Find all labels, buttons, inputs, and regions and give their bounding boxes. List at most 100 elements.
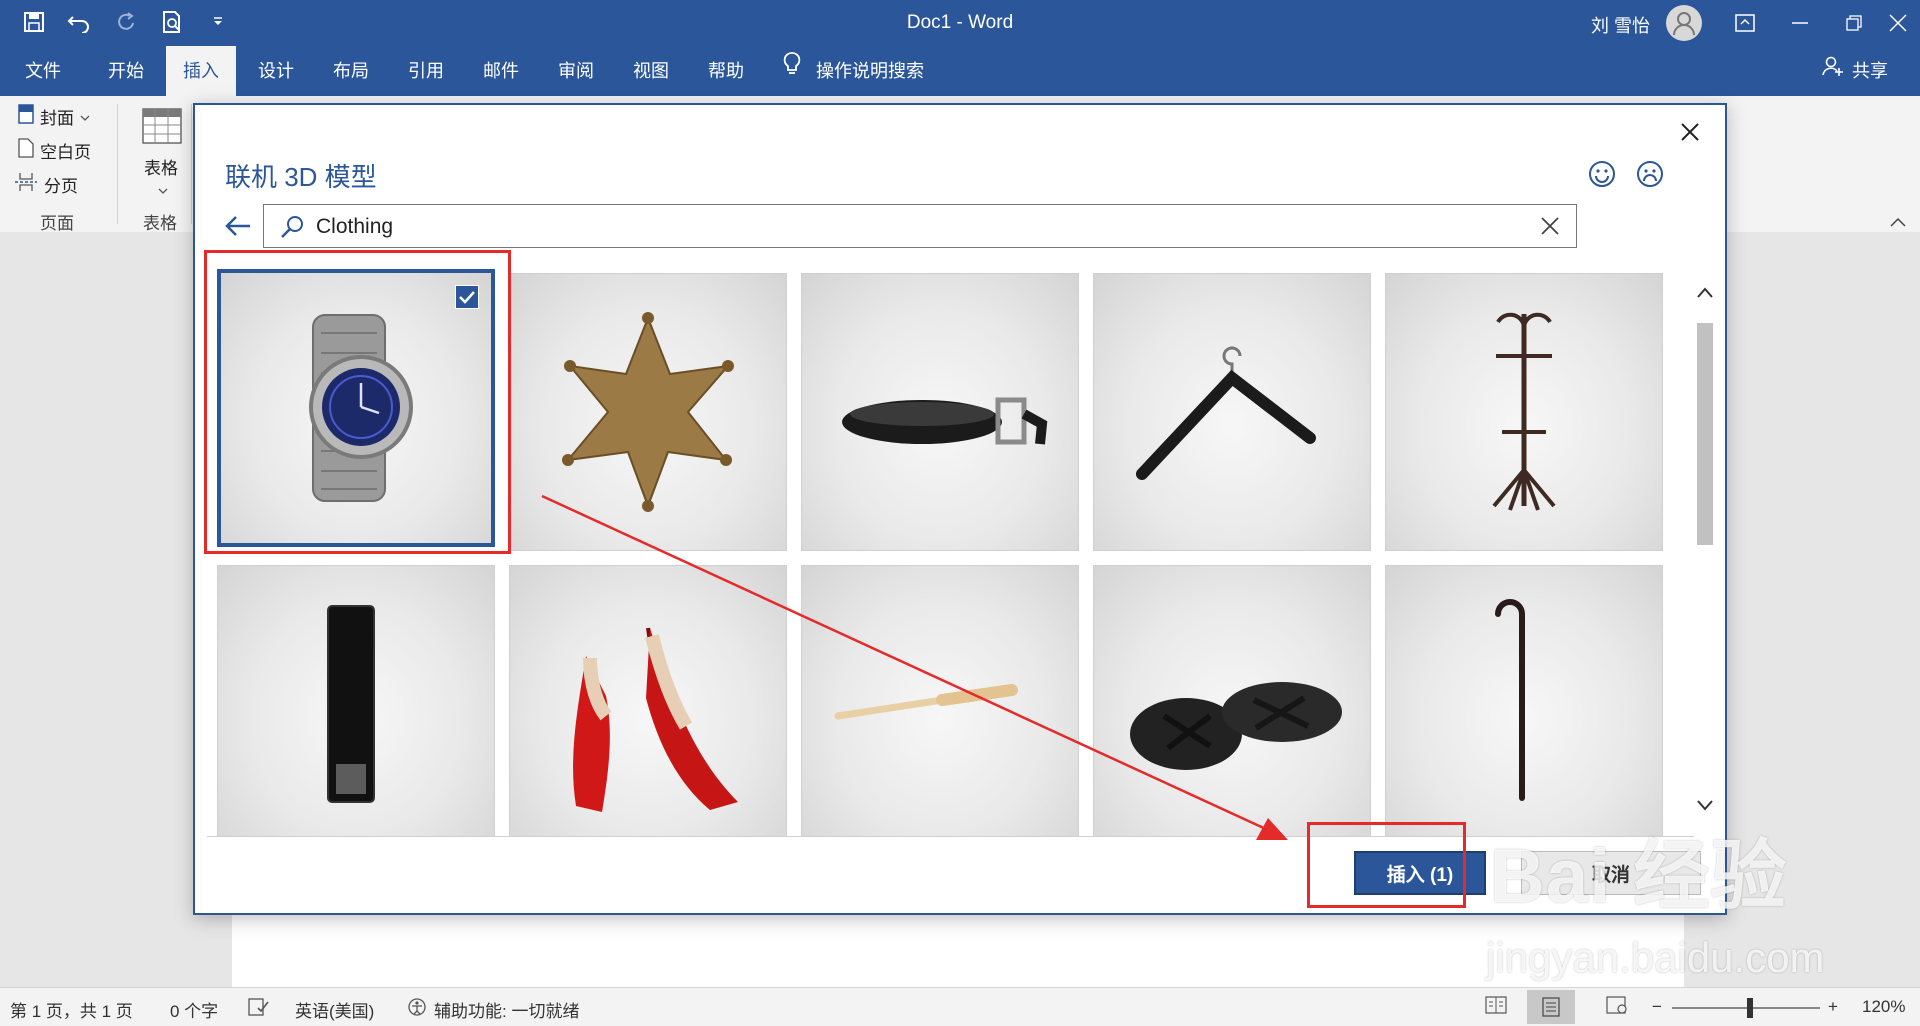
group-divider: [191, 104, 192, 224]
model-tile-clothes-hanger[interactable]: [1093, 273, 1371, 551]
dialog-title: 联机 3D 模型: [225, 162, 377, 192]
scrollbar-thumb[interactable]: [1697, 323, 1713, 545]
collapse-ribbon-icon[interactable]: [1890, 214, 1906, 232]
model-tile-walking-cane[interactable]: [1385, 565, 1663, 836]
word-count[interactable]: 0 个字: [170, 997, 218, 1022]
tab-mailings[interactable]: 邮件: [466, 46, 536, 96]
language[interactable]: 英语(美国): [295, 997, 374, 1022]
table-group-label: 表格: [143, 214, 177, 233]
cane-thumbnail: [1495, 599, 1525, 801]
search-box: [263, 204, 1577, 248]
quick-access-toolbar: [20, 8, 232, 36]
status-bar: 第 1 页，共 1 页 0 个字 英语(美国) 辅助功能: 一切就绪 − + 1…: [0, 987, 1920, 1026]
restore-icon[interactable]: [1832, 6, 1876, 40]
person-add-icon: [1822, 46, 1844, 96]
page-break-button[interactable]: 分页: [14, 172, 78, 197]
redo-icon[interactable]: [112, 8, 140, 36]
scroll-down-icon[interactable]: [1695, 797, 1715, 813]
smile-feedback-icon[interactable]: [1587, 159, 1617, 189]
accessibility-icon[interactable]: [406, 997, 428, 1022]
sheriff-star-thumbnail: [562, 312, 734, 512]
blank-page-button[interactable]: 空白页: [18, 138, 91, 163]
insert-button[interactable]: 插入 (1): [1354, 851, 1486, 895]
title-bar: Doc1 - Word 刘 雪怡: [0, 0, 1920, 46]
coat-rack-thumbnail: [1492, 312, 1556, 511]
tab-home[interactable]: 开始: [91, 46, 161, 96]
accessibility-status[interactable]: 辅助功能: 一切就绪: [434, 997, 579, 1022]
tab-design[interactable]: 设计: [241, 46, 311, 96]
ribbon-tabs: 文件 开始 插入 设计 布局 引用 邮件 审阅 视图 帮助 操作说明搜索 共享: [0, 46, 1920, 96]
tab-file[interactable]: 文件: [8, 46, 78, 96]
tab-review[interactable]: 审阅: [541, 46, 611, 96]
cover-page-button[interactable]: 封面: [18, 104, 90, 129]
user-name[interactable]: 刘 雪怡: [1591, 12, 1650, 38]
model-tile-watch[interactable]: [217, 269, 495, 547]
tell-me-label: 操作说明搜索: [816, 61, 924, 81]
tab-insert[interactable]: 插入: [166, 46, 236, 96]
save-icon[interactable]: [20, 8, 48, 36]
print-preview-icon[interactable]: [158, 8, 186, 36]
online-3d-models-dialog: 联机 3D 模型 Clothing 插入 (1) 取消: [193, 103, 1727, 915]
scroll-up-icon[interactable]: [1695, 285, 1715, 301]
tab-help[interactable]: 帮助: [691, 46, 761, 96]
high-heels-thumbnail: [573, 627, 738, 812]
frown-feedback-icon[interactable]: [1635, 159, 1665, 189]
tab-view[interactable]: 视图: [616, 46, 686, 96]
table-button[interactable]: 表格: [144, 154, 178, 179]
sandals-thumbnail: [1130, 682, 1342, 770]
read-mode-icon[interactable]: [1485, 995, 1507, 1020]
dialog-close-icon[interactable]: [1673, 115, 1707, 149]
customize-qat-icon[interactable]: [204, 8, 232, 36]
selected-checkbox[interactable]: [455, 285, 479, 309]
belt-thumbnail: [842, 397, 1048, 445]
cover-page-icon: [18, 104, 34, 129]
footer-divider: [207, 836, 1694, 837]
blank-page-icon: [18, 138, 34, 163]
zoom-slider[interactable]: [1672, 1007, 1820, 1009]
model-tile-baseball-bat[interactable]: [801, 565, 1079, 836]
undo-icon[interactable]: [66, 8, 94, 36]
page-count[interactable]: 第 1 页，共 1 页: [10, 997, 133, 1022]
share-label: 共享: [1852, 61, 1888, 81]
model-tile-red-high-heels[interactable]: [509, 565, 787, 836]
table-chevron-down-icon[interactable]: [158, 182, 168, 200]
model-tile-coat-rack[interactable]: [1385, 273, 1663, 551]
lightbulb-icon: [782, 46, 802, 96]
search-input[interactable]: [314, 211, 1498, 243]
search-icon: [280, 214, 306, 245]
tab-references[interactable]: 引用: [391, 46, 461, 96]
ribbon-display-options-icon[interactable]: [1723, 6, 1767, 40]
table-icon[interactable]: [142, 108, 182, 148]
clear-search-icon[interactable]: [1538, 214, 1562, 238]
avatar[interactable]: [1666, 5, 1702, 41]
model-tile-mirror[interactable]: [217, 565, 495, 836]
minimize-icon[interactable]: [1778, 6, 1822, 40]
model-tile-sheriff-star-badge[interactable]: [509, 273, 787, 551]
page-break-icon: [14, 172, 38, 197]
close-icon[interactable]: [1876, 6, 1920, 40]
share-button[interactable]: 共享: [1822, 46, 1888, 96]
mirror-thumbnail: [327, 605, 375, 803]
hanger-thumbnail: [1136, 346, 1316, 480]
zoom-slider-thumb[interactable]: [1747, 998, 1753, 1018]
tell-me-search[interactable]: 操作说明搜索: [782, 46, 924, 96]
web-layout-icon[interactable]: [1606, 995, 1628, 1020]
cancel-button[interactable]: 取消: [1521, 851, 1701, 895]
zoom-in-button[interactable]: +: [1828, 997, 1838, 1017]
watch-thumbnail: [309, 314, 413, 502]
print-layout-icon[interactable]: [1527, 990, 1575, 1024]
grid-scrollbar[interactable]: [1695, 285, 1715, 815]
zoom-level[interactable]: 120%: [1862, 997, 1905, 1017]
tab-layout[interactable]: 布局: [316, 46, 386, 96]
page-break-label: 分页: [44, 177, 78, 196]
cover-page-label: 封面: [40, 109, 74, 128]
models-grid: [207, 267, 1694, 836]
group-divider: [117, 104, 118, 224]
proofing-icon[interactable]: [248, 997, 270, 1022]
pages-group-label: 页面: [40, 214, 74, 233]
back-arrow-icon[interactable]: [221, 211, 255, 241]
zoom-out-button[interactable]: −: [1652, 997, 1662, 1017]
model-tile-sandals[interactable]: [1093, 565, 1371, 836]
model-tile-belt[interactable]: [801, 273, 1079, 551]
chevron-down-icon: [80, 107, 90, 127]
